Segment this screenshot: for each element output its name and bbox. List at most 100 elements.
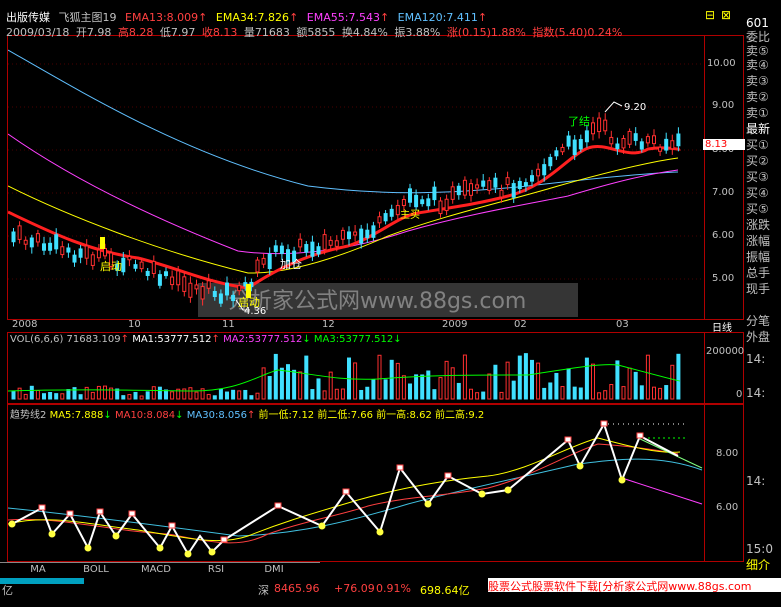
status-market: 深 (258, 584, 269, 597)
side-item-weibi: 委比 (746, 30, 771, 44)
volume-bar (591, 363, 595, 400)
volume-bar (298, 371, 303, 400)
period-label[interactable]: 日线 (712, 319, 732, 334)
volume-bar (597, 392, 602, 400)
status-amount: 698.64亿 (420, 584, 470, 597)
side-item-sell4: 卖④ (746, 58, 769, 72)
candle-body (365, 229, 370, 239)
volume-bar (328, 371, 333, 400)
candle-body (609, 136, 614, 145)
candle-body (414, 194, 419, 208)
price-tick-6: 6.00 (712, 230, 735, 241)
time-label-2008: 2008 (12, 319, 38, 330)
candle-body (121, 257, 126, 273)
candle-body (66, 247, 71, 253)
side-item-detail[interactable]: 细介 (746, 558, 780, 572)
close-icon[interactable]: ⊠ (721, 8, 731, 22)
trough-marker (478, 490, 486, 498)
time-label-10: 10 (128, 319, 141, 330)
volume-bar (11, 390, 16, 400)
candle-body (176, 270, 181, 286)
signal-mairu: 主买 (400, 209, 420, 221)
volume-bar (554, 372, 559, 400)
volume-bar (145, 391, 150, 400)
volume-bar (218, 388, 223, 400)
volume-bar (566, 368, 571, 400)
candle-body (432, 186, 437, 201)
time-label-12: 12 (322, 319, 335, 330)
candle-body (578, 139, 583, 150)
candle-body (103, 248, 107, 257)
volume-bar (542, 387, 547, 400)
volume-bar (133, 391, 138, 400)
candle-body (255, 259, 260, 273)
vol-tick-0: 0 (736, 389, 743, 400)
volume-bar (530, 359, 534, 400)
price-tick-7: 7.00 (712, 187, 735, 198)
volume-bar (462, 354, 467, 400)
candle-body (444, 198, 449, 212)
candle-body (212, 290, 217, 298)
candle-body (60, 246, 65, 256)
tab-rsi[interactable]: RSI (196, 564, 236, 577)
status-ad-banner[interactable]: 股票公式股票软件下载[分析家公式网www.88gs.com (488, 578, 781, 592)
candle-body (267, 253, 272, 270)
candle-body (627, 130, 632, 145)
candle-body (566, 135, 571, 147)
candle-body (536, 168, 541, 177)
trough-marker (376, 528, 384, 536)
volume-bar (584, 357, 589, 400)
volume-bar (408, 383, 412, 400)
candle-body (133, 264, 138, 269)
volume-bar (377, 354, 382, 400)
formula-name[interactable]: 飞狐主图19 (59, 11, 117, 24)
candle-body (182, 276, 187, 292)
peak-marker (274, 502, 282, 509)
candlestick-chart[interactable]: 分析家公式网www.88gs.com 启动 启动 加仓 主买 了结 9.20 4… (8, 36, 703, 318)
trend-chart[interactable] (8, 416, 703, 560)
ema34-line (8, 157, 679, 274)
volume-bar (273, 353, 278, 400)
time-label-2009: 2009 (442, 319, 468, 330)
volume-bar (304, 355, 309, 400)
ma30-extension (621, 477, 703, 505)
volume-bar (157, 386, 162, 400)
volume-chart[interactable] (8, 345, 703, 401)
candle-body (389, 208, 394, 217)
time-axis: 2008 10 11 12 2009 02 03 (8, 319, 703, 331)
indicator-header: 出版传媒 飞狐主图19 EMA13:8.009↑ EMA34:7.826↑ EM… (6, 9, 492, 25)
volume-bar (401, 375, 406, 400)
volume-bar (35, 389, 40, 400)
candle-body (511, 183, 516, 198)
candle-body (615, 143, 620, 150)
candle-body (639, 141, 644, 150)
candle-body (395, 204, 400, 216)
volume-bar (517, 355, 522, 400)
trough-marker (504, 486, 512, 494)
tab-macd[interactable]: MACD (134, 564, 178, 577)
tab-boll[interactable]: BOLL (76, 564, 116, 577)
arrow-up-icon: ↑ (120, 334, 130, 345)
tab-ma[interactable]: MA (18, 564, 58, 577)
zigzag-markers (8, 420, 644, 558)
candle-body (273, 245, 278, 252)
candle-body (475, 184, 480, 189)
status-change-pct: 0.91% (376, 582, 411, 595)
candle-body (658, 146, 663, 152)
tab-dmi[interactable]: DMI (254, 564, 294, 577)
candle-body (304, 244, 309, 253)
volume-bar (444, 360, 449, 400)
quote-side-panel[interactable]: 601 委比 卖⑤ 卖④ 卖③ 卖② 卖① 最新 买① 买② 买③ 买④ 买⑤ … (745, 8, 781, 572)
candle-body (597, 117, 602, 133)
candle-body (542, 164, 547, 176)
trend-tick-6: 6.00 (716, 502, 739, 513)
trough-marker (318, 522, 326, 530)
candlestick-series (11, 112, 681, 308)
minimize-icon[interactable]: ⊟ (705, 8, 715, 22)
trough-marker (84, 544, 92, 552)
candle-body (29, 237, 34, 248)
side-item-total-vol: 总手 (746, 266, 771, 280)
status-index-value: 8465.96 (274, 582, 320, 595)
volume-bar (615, 360, 620, 400)
candle-body (652, 135, 656, 145)
